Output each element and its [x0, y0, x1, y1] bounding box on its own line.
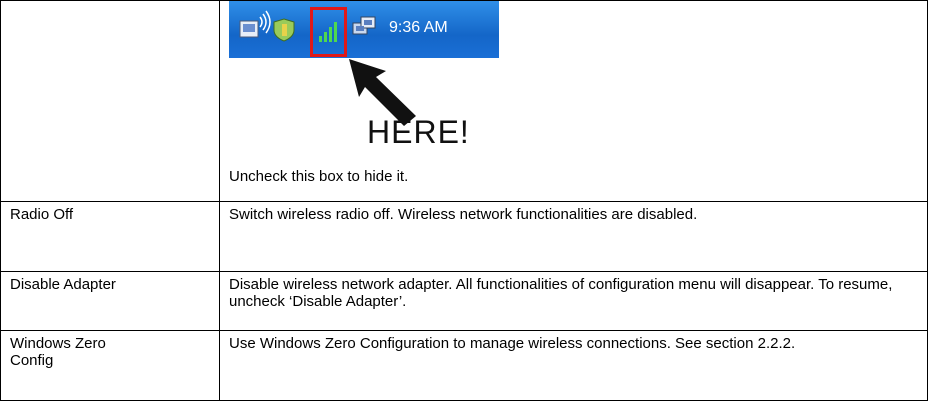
option-name: Windows Zero Config: [10, 335, 106, 369]
option-desc-cell: Disable wireless network adapter. All fu…: [219, 271, 928, 331]
option-desc-cell: Switch wireless radio off. Wireless netw…: [219, 201, 928, 272]
option-description: Switch wireless radio off. Wireless netw…: [229, 206, 698, 223]
screenshot-caption: Uncheck this box to hide it.: [229, 168, 409, 185]
table-row: Windows Zero Config Use Windows Zero Con…: [0, 330, 928, 401]
option-name-cell: Disable Adapter: [0, 271, 220, 331]
option-description: Use Windows Zero Configuration to manage…: [229, 335, 796, 352]
table-row: Disable Adapter Disable wireless network…: [0, 271, 928, 331]
option-name-cell: Windows Zero Config: [0, 330, 220, 401]
table-row: 9:36 AM HERE! Uncheck this box to hide i…: [0, 0, 928, 202]
option-desc-cell: 9:36 AM HERE! Uncheck this box to hide i…: [219, 0, 928, 202]
table-row: Radio Off Switch wireless radio off. Wir…: [0, 201, 928, 272]
option-name: Radio Off: [10, 206, 74, 223]
option-desc-cell: Use Windows Zero Configuration to manage…: [219, 330, 928, 401]
option-name-cell: Radio Off: [0, 201, 220, 272]
options-table: 9:36 AM HERE! Uncheck this box to hide i…: [0, 0, 928, 401]
option-name: Disable Adapter: [10, 276, 116, 293]
option-description: Disable wireless network adapter. All fu…: [229, 276, 893, 310]
option-name-cell: [0, 0, 220, 202]
tray-screenshot: 9:36 AM HERE!: [229, 1, 501, 169]
here-label: HERE!: [367, 114, 470, 150]
